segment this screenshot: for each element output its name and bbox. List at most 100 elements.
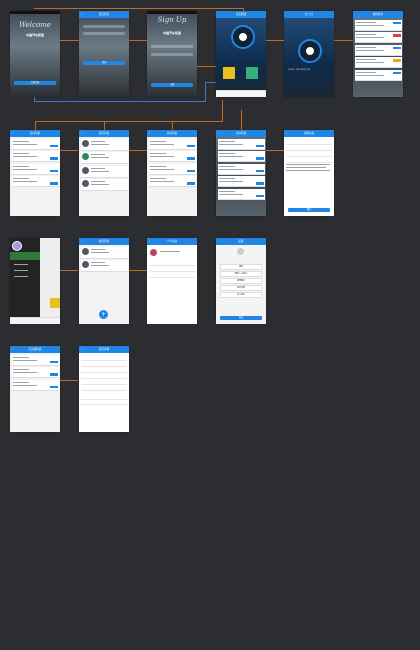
username-field[interactable] <box>83 25 125 28</box>
list-item[interactable] <box>354 32 402 43</box>
confirm-button[interactable]: 确定 <box>288 208 330 212</box>
list-item[interactable] <box>80 165 128 178</box>
flow-connector <box>60 270 78 271</box>
action-button[interactable] <box>49 385 58 388</box>
avatar[interactable] <box>12 241 22 251</box>
home-screen[interactable]: 首页概述 <box>216 11 266 97</box>
list-item[interactable] <box>217 151 265 162</box>
profile-screen[interactable]: ‹ 个人信息 <box>147 238 197 324</box>
settings-item[interactable]: 清理缓存 <box>220 278 262 284</box>
list-item[interactable] <box>354 19 402 31</box>
list-item[interactable] <box>80 138 128 151</box>
logout-button[interactable]: 退出 <box>220 316 262 320</box>
list-item[interactable] <box>354 57 402 68</box>
back-arrow-icon[interactable]: ‹ <box>149 238 150 245</box>
list-item[interactable] <box>11 138 59 150</box>
list-item[interactable] <box>11 367 59 378</box>
back-arrow-icon[interactable]: ‹ <box>149 130 150 137</box>
bottom-nav[interactable] <box>10 317 60 324</box>
settings-item[interactable]: 更新(1.0版本) <box>220 271 262 277</box>
settings-header: ‹ 设置 <box>216 238 266 245</box>
list-item[interactable] <box>354 44 402 56</box>
action-button[interactable] <box>49 157 58 160</box>
completed-list-screen[interactable]: ‹ 已完成列表 <box>10 346 60 432</box>
task-detail-header: ‹ 任务详情 <box>79 346 129 353</box>
action-button[interactable] <box>255 182 264 185</box>
list-item[interactable] <box>80 246 128 259</box>
settings-item[interactable]: 意见反馈 <box>220 285 262 291</box>
action-button[interactable] <box>255 169 264 172</box>
list-item[interactable] <box>11 176 59 187</box>
flow-connector <box>129 270 147 271</box>
list-item[interactable] <box>217 138 265 150</box>
bottom-nav[interactable] <box>216 90 266 97</box>
list-item[interactable] <box>11 379 59 391</box>
register-button[interactable]: 立即注册 <box>14 81 56 85</box>
done-tile[interactable] <box>246 67 258 79</box>
list-item[interactable] <box>11 151 59 162</box>
list-item[interactable] <box>217 188 265 200</box>
list-item[interactable] <box>148 163 196 175</box>
pending-list-screen-2[interactable]: ‹ 待办列表 <box>147 130 197 216</box>
action-button[interactable] <box>49 144 58 147</box>
back-arrow-icon[interactable]: ‹ <box>81 11 82 18</box>
action-button[interactable] <box>186 169 195 172</box>
back-arrow-icon[interactable]: ‹ <box>218 130 219 137</box>
pending-list-header: ‹ 待办列表 <box>10 130 60 137</box>
list-item[interactable] <box>80 260 128 272</box>
task-detail-screen[interactable]: ‹ 任务详情 <box>79 346 129 432</box>
action-button[interactable] <box>186 182 195 185</box>
signup-field[interactable] <box>151 45 193 48</box>
scan-screen[interactable]: 扫一扫 正在识别，请将二维码放入框内 <box>284 11 334 97</box>
back-arrow-icon[interactable]: ‹ <box>12 346 13 353</box>
settings-item[interactable]: 关于我们 <box>220 292 262 298</box>
list-item[interactable] <box>217 176 265 187</box>
task-select-screen[interactable]: ‹ 任务列表 <box>79 130 129 216</box>
action-button[interactable] <box>186 144 195 147</box>
back-arrow-icon[interactable]: ‹ <box>81 130 82 137</box>
back-arrow-icon[interactable]: ‹ <box>286 130 287 137</box>
settings-item[interactable]: 通知 <box>220 264 262 270</box>
action-button[interactable] <box>255 144 264 147</box>
signup-button[interactable]: 注册 <box>151 83 193 87</box>
action-button[interactable] <box>186 157 195 160</box>
list-item[interactable] <box>148 176 196 187</box>
back-arrow-icon[interactable]: ‹ <box>81 238 82 245</box>
action-button[interactable] <box>49 373 58 376</box>
pending-tile[interactable] <box>223 67 235 79</box>
signup-screen[interactable]: Sign Up 中国汽车联盟 注册 <box>147 11 197 97</box>
settings-screen[interactable]: ‹ 设置 通知 更新(1.0版本) 清理缓存 意见反馈 关于我们 退出 <box>216 238 266 324</box>
list-item[interactable] <box>80 179 128 191</box>
action-button[interactable] <box>49 169 58 172</box>
list-item[interactable] <box>11 163 59 175</box>
action-button[interactable] <box>255 157 264 160</box>
list-item[interactable] <box>354 69 402 81</box>
action-button[interactable] <box>255 194 264 197</box>
add-button[interactable]: + <box>99 310 108 319</box>
task-list-screen[interactable]: 我的任务 <box>353 11 403 97</box>
list-item[interactable] <box>148 138 196 150</box>
detail-screen[interactable]: ‹ 详情信息 确定 <box>284 130 334 216</box>
avatar[interactable] <box>150 249 157 256</box>
welcome-screen[interactable]: Welcome 中国汽车联盟 立即注册 <box>10 11 60 97</box>
back-arrow-icon[interactable]: ‹ <box>81 346 82 353</box>
back-arrow-icon[interactable]: ‹ <box>218 238 219 245</box>
action-button[interactable] <box>49 182 58 185</box>
action-button[interactable] <box>49 360 58 363</box>
pending-list-screen[interactable]: ‹ 待办列表 <box>10 130 60 216</box>
password-field[interactable] <box>83 32 125 35</box>
pending-list-screen-3[interactable]: ‹ 待办列表 <box>216 130 266 216</box>
list-item[interactable] <box>80 152 128 164</box>
back-arrow-icon[interactable]: ‹ <box>12 130 13 137</box>
list-item[interactable] <box>11 354 59 366</box>
list-item[interactable] <box>148 151 196 162</box>
avatar <box>81 180 89 187</box>
login-button[interactable]: 登录 <box>83 61 125 65</box>
pending-tile[interactable] <box>50 298 60 308</box>
flow-connector <box>196 66 216 67</box>
drawer-screen[interactable] <box>10 238 60 324</box>
list-item[interactable] <box>217 163 265 175</box>
member-list-screen[interactable]: ‹ 成员列表 + <box>79 238 129 324</box>
signup-field[interactable] <box>151 53 193 56</box>
login-screen[interactable]: ‹ 会员登录 登录 <box>79 11 129 97</box>
